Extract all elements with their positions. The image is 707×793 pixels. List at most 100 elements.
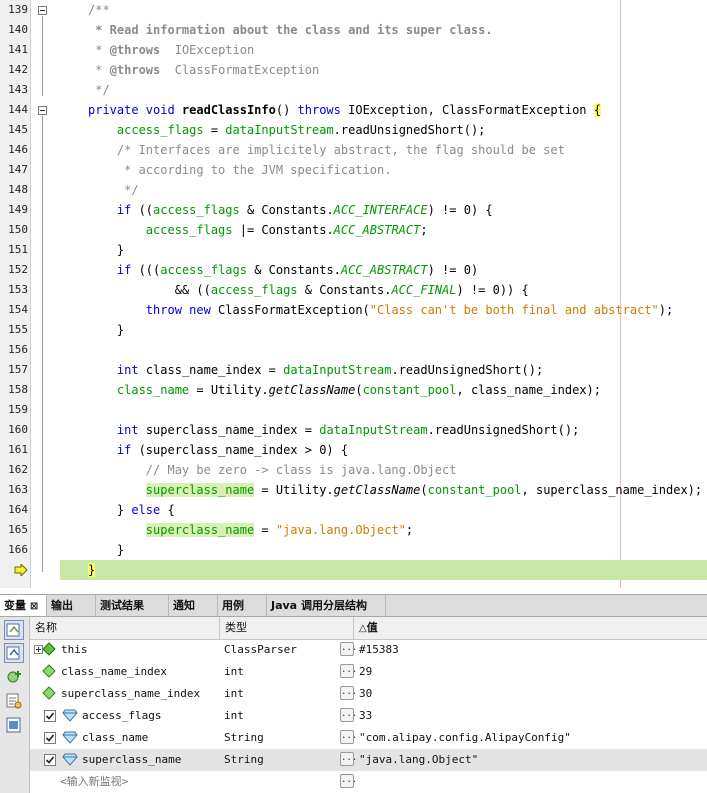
column-header-value[interactable]: △值 bbox=[354, 617, 707, 639]
line-number[interactable]: 147 bbox=[0, 160, 28, 180]
tab-test-results[interactable]: 测试结果 bbox=[96, 595, 169, 616]
code-line[interactable]: access_flags = dataInputStream.readUnsig… bbox=[88, 120, 485, 140]
line-number[interactable]: 140 bbox=[0, 20, 28, 40]
line-number[interactable]: 159 bbox=[0, 400, 28, 420]
variable-row[interactable]: access_flags int... 33 bbox=[30, 705, 707, 727]
line-number[interactable]: 152 bbox=[0, 260, 28, 280]
code-line[interactable]: } bbox=[88, 320, 124, 340]
code-line[interactable]: /* Interfaces are implicitely abstract, … bbox=[88, 140, 565, 160]
line-number[interactable]: 165 bbox=[0, 520, 28, 540]
line-number[interactable]: 151 bbox=[0, 240, 28, 260]
code-line[interactable]: } bbox=[88, 560, 96, 580]
line-number[interactable]: 166 bbox=[0, 540, 28, 560]
code-line[interactable]: */ bbox=[88, 180, 138, 200]
column-header-name[interactable]: 名称 bbox=[30, 617, 220, 639]
line-number[interactable]: 161 bbox=[0, 440, 28, 460]
code-line[interactable]: // May be zero -> class is java.lang.Obj… bbox=[88, 460, 457, 480]
line-number[interactable]: 163 bbox=[0, 480, 28, 500]
code-line[interactable]: private void readClassInfo() throws IOEx… bbox=[88, 100, 601, 120]
variable-row[interactable]: class_name String... "com.alipay.config.Al… bbox=[30, 727, 707, 749]
code-line[interactable]: * according to the JVM specification. bbox=[88, 160, 391, 180]
panel-options-icon[interactable] bbox=[4, 715, 24, 735]
value-edit-button[interactable]: ... bbox=[340, 642, 357, 656]
variable-type: ClassParser bbox=[224, 643, 297, 656]
line-number[interactable]: 141 bbox=[0, 40, 28, 60]
value-edit-button[interactable]: ... bbox=[340, 664, 357, 678]
variable-row[interactable]: this ClassParser... #15383 bbox=[30, 639, 707, 661]
show-inherited-toggle-icon[interactable] bbox=[4, 643, 24, 663]
code-line[interactable]: class_name = Utility.getClassName(consta… bbox=[88, 380, 601, 400]
line-number[interactable]: 143 bbox=[0, 80, 28, 100]
field-object-icon bbox=[42, 642, 56, 658]
code-line[interactable]: */ bbox=[88, 80, 109, 100]
line-number[interactable]: 150 bbox=[0, 220, 28, 240]
code-line[interactable]: if (((access_flags & Constants.ACC_ABSTR… bbox=[88, 260, 478, 280]
variable-value[interactable]: "com.alipay.config.AlipayConfig" bbox=[359, 727, 571, 749]
line-number[interactable]: 157 bbox=[0, 360, 28, 380]
code-line[interactable]: * @throws IOException bbox=[88, 40, 254, 60]
value-edit-button[interactable]: ... bbox=[340, 708, 357, 722]
code-line[interactable]: } bbox=[88, 240, 124, 260]
tab-notifications[interactable]: 通知 bbox=[169, 595, 218, 616]
variable-row[interactable]: superclass_name String... "java.lang.Objec… bbox=[30, 749, 707, 771]
tab-output[interactable]: 输出 bbox=[47, 595, 96, 616]
code-editor[interactable]: 139 140 141 142 143 144 145 146 147 148 149 150 151 1… bbox=[0, 0, 707, 588]
line-number[interactable]: 149 bbox=[0, 200, 28, 220]
watch-enabled-checkbox[interactable] bbox=[44, 710, 56, 722]
value-edit-button[interactable]: ... bbox=[340, 774, 357, 788]
code-line[interactable]: if ((access_flags & Constants.ACC_INTERF… bbox=[88, 200, 493, 220]
code-line[interactable]: int class_name_index = dataInputStream.r… bbox=[88, 360, 543, 380]
code-line[interactable]: * @throws ClassFormatException bbox=[88, 60, 319, 80]
new-watch-row[interactable]: <输入新监视>... bbox=[30, 771, 707, 793]
fold-toggle-icon[interactable] bbox=[38, 6, 47, 15]
tab-variables[interactable]: 变量 ⊠ bbox=[0, 595, 47, 616]
new-watch-placeholder[interactable]: <输入新监视> bbox=[60, 771, 128, 793]
tab-java-call-hierarchy[interactable]: Java 调用分层结构 bbox=[267, 595, 386, 616]
line-number[interactable]: 146 bbox=[0, 140, 28, 160]
new-watch-icon[interactable] bbox=[4, 667, 24, 687]
code-line[interactable]: superclass_name = Utility.getClassName(c… bbox=[88, 480, 702, 500]
code-line[interactable]: } bbox=[88, 540, 124, 560]
line-number[interactable]: 158 bbox=[0, 380, 28, 400]
code-line[interactable]: * Read information about the class and i… bbox=[88, 20, 492, 40]
tab-use-cases[interactable]: 用例 bbox=[218, 595, 267, 616]
value-edit-button[interactable]: ... bbox=[340, 752, 357, 766]
variable-row[interactable]: class_name_index int... 29 bbox=[30, 661, 707, 683]
variable-value[interactable]: 29 bbox=[359, 661, 372, 683]
value-edit-button[interactable]: ... bbox=[340, 730, 357, 744]
variable-name: class_name_index bbox=[61, 665, 167, 678]
line-number[interactable]: 155 bbox=[0, 320, 28, 340]
tab-close-icon[interactable]: ⊠ bbox=[30, 601, 38, 612]
column-header-type[interactable]: 类型 bbox=[220, 617, 354, 639]
value-edit-button[interactable]: ... bbox=[340, 686, 357, 700]
watch-enabled-checkbox[interactable] bbox=[44, 732, 56, 744]
line-number[interactable]: 156 bbox=[0, 340, 28, 360]
line-number[interactable]: 145 bbox=[0, 120, 28, 140]
code-line[interactable]: } else { bbox=[88, 500, 175, 520]
evaluate-expression-icon[interactable] bbox=[4, 691, 24, 711]
code-line[interactable]: && ((access_flags & Constants.ACC_FINAL)… bbox=[88, 280, 529, 300]
variable-value[interactable]: "java.lang.Object" bbox=[359, 749, 478, 771]
code-line[interactable]: int superclass_name_index = dataInputStr… bbox=[88, 420, 579, 440]
line-number[interactable]: 153 bbox=[0, 280, 28, 300]
fold-toggle-icon[interactable] bbox=[38, 106, 47, 115]
watch-enabled-checkbox[interactable] bbox=[44, 754, 56, 766]
code-line[interactable]: access_flags |= Constants.ACC_ABSTRACT; bbox=[88, 220, 428, 240]
code-line[interactable]: throw new ClassFormatException("Class ca… bbox=[88, 300, 673, 320]
variable-value[interactable]: #15383 bbox=[359, 639, 399, 661]
variable-row[interactable]: superclass_name_index int... 30 bbox=[30, 683, 707, 705]
line-number[interactable]: 154 bbox=[0, 300, 28, 320]
code-line[interactable]: if (superclass_name_index > 0) { bbox=[88, 440, 348, 460]
line-number[interactable]: 142 bbox=[0, 60, 28, 80]
show-static-toggle-icon[interactable] bbox=[4, 620, 24, 640]
line-number[interactable]: 148 bbox=[0, 180, 28, 200]
code-line[interactable]: superclass_name = "java.lang.Object"; bbox=[88, 520, 413, 540]
line-number[interactable]: 164 bbox=[0, 500, 28, 520]
line-number[interactable]: 162 bbox=[0, 460, 28, 480]
variable-value[interactable]: 30 bbox=[359, 683, 372, 705]
line-number[interactable]: 160 bbox=[0, 420, 28, 440]
code-line[interactable]: /** bbox=[88, 0, 110, 20]
line-number[interactable]: 139 bbox=[0, 0, 28, 20]
variable-value[interactable]: 33 bbox=[359, 705, 372, 727]
line-number[interactable]: 144 bbox=[0, 100, 28, 120]
